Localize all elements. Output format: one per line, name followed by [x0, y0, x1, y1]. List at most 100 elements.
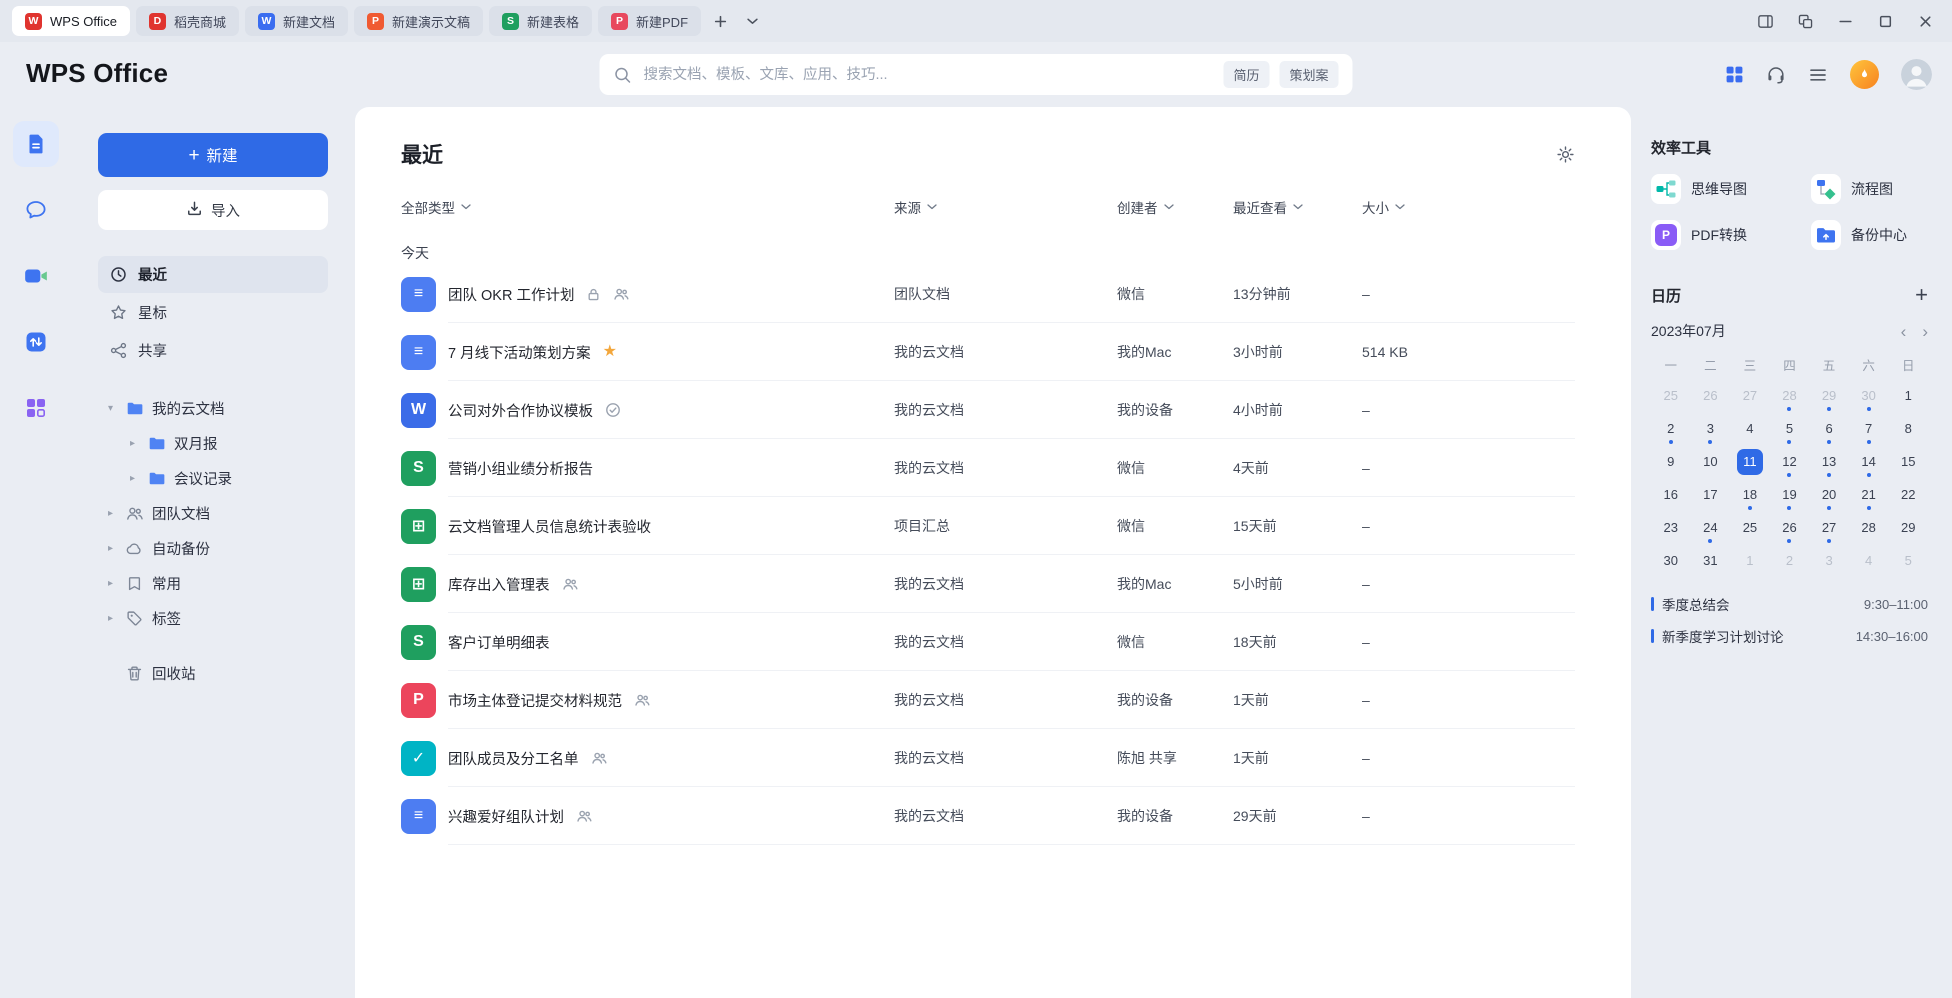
member-badge-icon[interactable]: [1850, 60, 1879, 89]
calendar-event[interactable]: 季度总结会 9:30–11:00: [1651, 591, 1928, 617]
settings-gear-icon[interactable]: [1556, 145, 1575, 164]
menu-icon[interactable]: [1808, 65, 1828, 85]
calendar-day[interactable]: 31: [1691, 544, 1731, 577]
file-row[interactable]: ✓ 团队成员及分工名单 我的云文档 陈旭 共享 1天前 –: [401, 729, 1575, 787]
prev-month-icon[interactable]: ‹: [1901, 323, 1907, 340]
calendar-day[interactable]: 28: [1770, 379, 1810, 412]
calendar-day[interactable]: 1: [1730, 544, 1770, 577]
rail-messages-icon[interactable]: [13, 187, 59, 233]
add-event-icon[interactable]: +: [1915, 284, 1928, 306]
search-input[interactable]: [642, 66, 1214, 84]
filter-dropdown[interactable]: 大小: [1362, 197, 1575, 217]
calendar-day[interactable]: 4: [1849, 544, 1889, 577]
sidebar-nav-item[interactable]: 最近: [98, 256, 328, 293]
calendar-day[interactable]: 27: [1730, 379, 1770, 412]
expand-caret-icon[interactable]: ▸: [104, 578, 117, 589]
calendar-day[interactable]: 16: [1651, 478, 1691, 511]
tool-pdf-convert[interactable]: P PDF转换: [1651, 220, 1803, 250]
calendar-day[interactable]: 12: [1770, 445, 1810, 478]
rail-documents-icon[interactable]: [13, 121, 59, 167]
calendar-day[interactable]: 29: [1809, 379, 1849, 412]
calendar-day[interactable]: 5: [1888, 544, 1928, 577]
expand-caret-icon[interactable]: ▸: [126, 438, 139, 449]
workspaces-icon[interactable]: [1790, 8, 1820, 34]
search-suggestion-plan[interactable]: 策划案: [1279, 61, 1338, 88]
calendar-day[interactable]: 17: [1691, 478, 1731, 511]
filter-dropdown[interactable]: 最近查看: [1233, 197, 1362, 217]
expand-caret-icon[interactable]: ▾: [104, 403, 117, 414]
calendar-day[interactable]: 24: [1691, 511, 1731, 544]
calendar-day[interactable]: 3: [1691, 412, 1731, 445]
file-row[interactable]: P 市场主体登记提交材料规范 我的云文档 我的设备 1天前 –: [401, 671, 1575, 729]
rail-meeting-icon[interactable]: [13, 253, 59, 299]
calendar-day[interactable]: 25: [1651, 379, 1691, 412]
file-row[interactable]: S 客户订单明细表 我的云文档 微信 18天前 –: [401, 613, 1575, 671]
filter-dropdown[interactable]: 创建者: [1117, 197, 1233, 217]
sidebar-nav-item[interactable]: 共享: [98, 332, 328, 369]
tool-mindmap[interactable]: 思维导图: [1651, 174, 1803, 204]
file-row[interactable]: W 公司对外合作协议模板 我的云文档 我的设备 4小时前 –: [401, 381, 1575, 439]
grid-view-icon[interactable]: [1725, 65, 1744, 84]
calendar-day[interactable]: 1: [1888, 379, 1928, 412]
calendar-day[interactable]: 2: [1770, 544, 1810, 577]
window-tab[interactable]: P 新建PDF: [598, 6, 701, 36]
calendar-event[interactable]: 新季度学习计划讨论 14:30–16:00: [1651, 623, 1928, 649]
tool-flowchart[interactable]: 流程图: [1811, 174, 1928, 204]
close-button[interactable]: [1910, 8, 1940, 34]
calendar-day[interactable]: 20: [1809, 478, 1849, 511]
calendar-day[interactable]: 22: [1888, 478, 1928, 511]
window-tab[interactable]: W WPS Office: [12, 6, 130, 36]
sidebar-tree-item[interactable]: ▸ 自动备份: [98, 531, 328, 566]
file-row[interactable]: ≡ 团队 OKR 工作计划 团队文档 微信 13分钟前 –: [401, 265, 1575, 323]
support-headset-icon[interactable]: [1766, 65, 1786, 85]
calendar-day[interactable]: 7: [1849, 412, 1889, 445]
calendar-day[interactable]: 26: [1770, 511, 1810, 544]
calendar-day[interactable]: 23: [1651, 511, 1691, 544]
calendar-day[interactable]: 5: [1770, 412, 1810, 445]
sidebar-tree-item[interactable]: ▸ 常用: [98, 566, 328, 601]
calendar-day[interactable]: 18: [1730, 478, 1770, 511]
calendar-day[interactable]: 3: [1809, 544, 1849, 577]
minimize-button[interactable]: [1830, 8, 1860, 34]
filter-dropdown[interactable]: 来源: [894, 197, 1117, 217]
toggle-panel-icon[interactable]: [1750, 8, 1780, 34]
next-month-icon[interactable]: ›: [1922, 323, 1928, 340]
calendar-day[interactable]: 11: [1730, 445, 1770, 478]
calendar-day[interactable]: 28: [1849, 511, 1889, 544]
file-row[interactable]: S 营销小组业绩分析报告 我的云文档 微信 4天前 –: [401, 439, 1575, 497]
sidebar-tree-item[interactable]: ▸ 双月报: [98, 426, 328, 461]
window-tab[interactable]: D 稻壳商城: [136, 6, 239, 36]
calendar-day[interactable]: 29: [1888, 511, 1928, 544]
maximize-button[interactable]: [1870, 8, 1900, 34]
file-row[interactable]: ≡ 7 月线下活动策划方案 ★ 我的云文档 我的Mac 3小时前 514 KB: [401, 323, 1575, 381]
rail-transfer-icon[interactable]: [13, 319, 59, 365]
recycle-bin-item[interactable]: 回收站: [98, 656, 328, 691]
expand-caret-icon[interactable]: ▸: [104, 613, 117, 624]
calendar-day[interactable]: 25: [1730, 511, 1770, 544]
calendar-day[interactable]: 21: [1849, 478, 1889, 511]
file-row[interactable]: ⊞ 库存出入管理表 我的云文档 我的Mac 5小时前 –: [401, 555, 1575, 613]
calendar-day[interactable]: 30: [1849, 379, 1889, 412]
file-row[interactable]: ≡ 兴趣爱好组队计划 我的云文档 我的设备 29天前 –: [401, 787, 1575, 845]
tab-list-chevron-icon[interactable]: [739, 8, 765, 34]
calendar-day[interactable]: 27: [1809, 511, 1849, 544]
calendar-day[interactable]: 10: [1691, 445, 1731, 478]
search-suggestion-resume[interactable]: 简历: [1223, 61, 1269, 88]
search-bar[interactable]: 简历 策划案: [600, 54, 1353, 95]
sidebar-nav-item[interactable]: 星标: [98, 294, 328, 331]
calendar-day[interactable]: 9: [1651, 445, 1691, 478]
calendar-day[interactable]: 2: [1651, 412, 1691, 445]
tool-backup-center[interactable]: 备份中心: [1811, 220, 1928, 250]
sidebar-tree-item[interactable]: ▸ 团队文档: [98, 496, 328, 531]
expand-caret-icon[interactable]: ▸: [104, 543, 117, 554]
rail-apps-icon[interactable]: [13, 385, 59, 431]
calendar-day[interactable]: 15: [1888, 445, 1928, 478]
file-row[interactable]: ⊞ 云文档管理人员信息统计表验收 项目汇总 微信 15天前 –: [401, 497, 1575, 555]
new-document-button[interactable]: + 新建: [98, 133, 328, 177]
filter-dropdown[interactable]: 全部类型: [401, 197, 894, 217]
import-button[interactable]: 导入: [98, 190, 328, 230]
sidebar-tree-item[interactable]: ▸ 会议记录: [98, 461, 328, 496]
expand-caret-icon[interactable]: ▸: [104, 508, 117, 519]
calendar-day[interactable]: 26: [1691, 379, 1731, 412]
calendar-day[interactable]: 14: [1849, 445, 1889, 478]
